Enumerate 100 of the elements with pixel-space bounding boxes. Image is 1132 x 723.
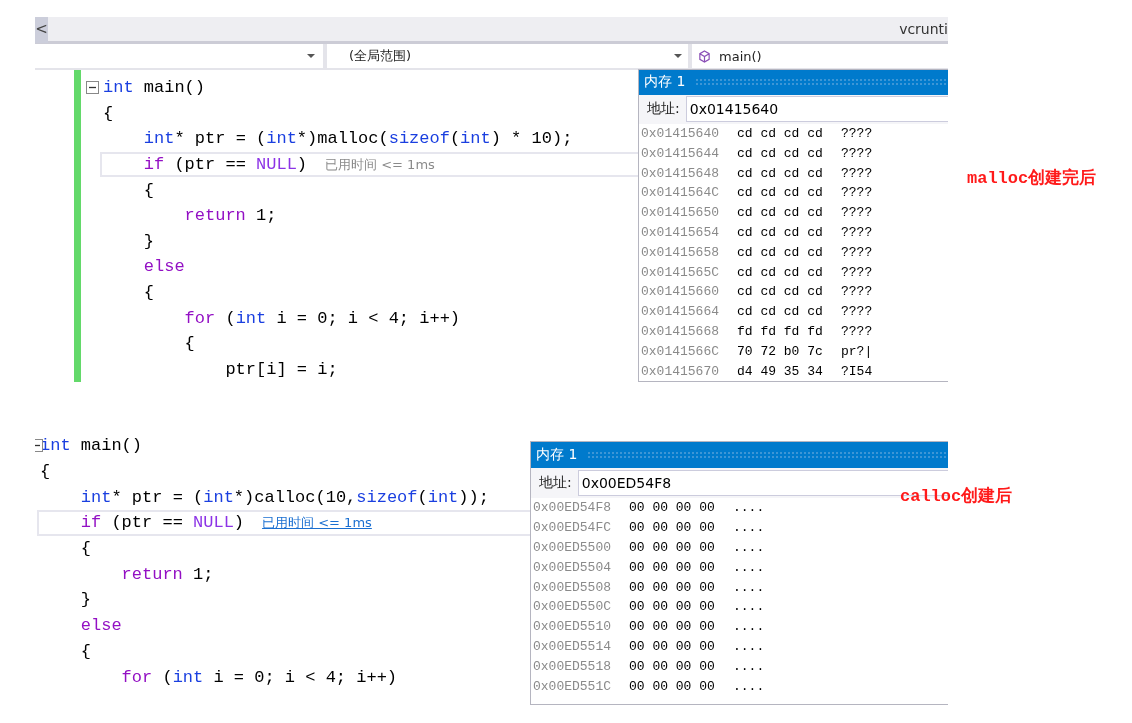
memory-address: 0x00ED5508 <box>533 579 612 595</box>
code-line: { <box>103 103 114 123</box>
address-field[interactable]: 0x01415640 <box>685 96 948 123</box>
address-label: 地址: <box>539 474 572 492</box>
code-line: for (int i = 0; i < 4; i++) <box>120 667 398 687</box>
code-line: { <box>79 539 91 559</box>
memory-text: .... <box>733 559 765 575</box>
cube-icon <box>698 49 711 63</box>
memory-address: 0x00ED5510 <box>533 619 612 635</box>
elapsed-time-link[interactable]: 已用时间 <= 1ms <box>262 513 372 532</box>
annotation-text: malloc创建完后 <box>967 167 1097 189</box>
memory-address: 0x0141566C <box>641 343 720 359</box>
code-line: int main() <box>103 78 206 98</box>
memory-bytes: cd cd cd cd <box>737 304 824 320</box>
memory-text: ???? <box>841 205 873 221</box>
memory-address: 0x01415668 <box>641 324 720 339</box>
address-label: 地址: <box>647 100 680 119</box>
memory-bytes: 70 72 b0 7c <box>737 343 824 359</box>
code-line: int main() <box>40 436 143 456</box>
code-line: { <box>142 180 154 200</box>
memory-text: ???? <box>841 304 873 320</box>
memory-text: .... <box>733 638 765 654</box>
memory-text: ???? <box>841 145 873 161</box>
memory-address: 0x01415644 <box>641 145 720 161</box>
document-tab[interactable]: vcrunti <box>891 21 948 37</box>
scroll-tabs-button[interactable]: < <box>35 17 48 43</box>
memory-text: ?I54 <box>841 363 873 379</box>
memory-bytes: 00 00 00 00 <box>629 678 716 694</box>
code-line: { <box>79 641 91 661</box>
memory-bytes: cd cd cd cd <box>737 185 824 201</box>
memory-address: 0x01415654 <box>641 225 720 240</box>
code-line: return 1; <box>183 206 277 226</box>
memory-text: .... <box>733 520 765 536</box>
memory-address: 0x00ED54F8 <box>533 500 612 516</box>
memory-bytes: 00 00 00 00 <box>629 520 716 536</box>
memory-text: ???? <box>841 185 873 201</box>
window-title: 内存 1 <box>536 446 578 464</box>
memory-text: .... <box>733 500 765 516</box>
memory-address: 0x00ED550C <box>533 599 612 615</box>
caret-icon <box>674 54 682 58</box>
memory-address: 0x01415660 <box>641 284 720 300</box>
code-line: { <box>183 334 195 354</box>
code-line: } <box>142 231 154 251</box>
window-title: 内存 1 <box>644 73 686 92</box>
memory-text: .... <box>733 579 765 595</box>
memory-bytes: cd cd cd cd <box>737 205 824 221</box>
memory-bytes: d4 49 35 34 <box>737 363 824 379</box>
memory-address: 0x0141564C <box>641 185 720 201</box>
memory-text: ???? <box>841 324 873 339</box>
elapsed-time-hint: 已用时间 <= 1ms <box>325 155 435 174</box>
code-line: else <box>142 257 185 277</box>
memory-text: .... <box>733 599 765 615</box>
memory-address: 0x01415658 <box>641 244 720 260</box>
code-line: if (ptr == NULL) <box>142 155 308 175</box>
memory-text: pr?| <box>841 343 873 359</box>
memory-address: 0x0141565C <box>641 264 720 280</box>
code-line: { <box>142 282 154 302</box>
memory-address: 0x01415648 <box>641 165 720 181</box>
code-line: ptr[i] = i; <box>224 359 338 379</box>
memory-bytes: cd cd cd cd <box>737 244 824 260</box>
memory-bytes: 00 00 00 00 <box>629 559 716 575</box>
memory-text: ???? <box>841 264 873 280</box>
memory-address: 0x01415650 <box>641 205 720 221</box>
memory-text: ???? <box>841 284 873 300</box>
memory-bytes: 00 00 00 00 <box>629 540 716 555</box>
memory-address: 0x01415664 <box>641 304 720 320</box>
memory-text: .... <box>733 619 765 635</box>
memory-address: 0x01415670 <box>641 363 720 379</box>
memory-address: 0x00ED5500 <box>533 540 612 555</box>
memory-bytes: 00 00 00 00 <box>629 619 716 635</box>
memory-bytes: cd cd cd cd <box>737 264 824 280</box>
memory-address: 0x00ED54FC <box>533 520 612 536</box>
memory-bytes: cd cd cd cd <box>737 126 824 142</box>
code-line: return 1; <box>120 564 214 584</box>
memory-bytes: 00 00 00 00 <box>629 638 716 654</box>
memory-address: 0x00ED5504 <box>533 559 612 575</box>
memory-text: ???? <box>841 225 873 240</box>
code-line: for (int i = 0; i < 4; i++) <box>183 308 461 328</box>
memory-bytes: 00 00 00 00 <box>629 599 716 615</box>
code-line: } <box>79 590 91 610</box>
code-line: if (ptr == NULL) <box>79 513 245 533</box>
memory-bytes: cd cd cd cd <box>737 284 824 300</box>
code-line: else <box>79 616 122 636</box>
memory-address: 0x00ED5514 <box>533 638 612 654</box>
memory-text: .... <box>733 658 765 674</box>
code-line: int* ptr = (int*)malloc(sizeof(int) * 10); <box>142 129 573 149</box>
memory-bytes: 00 00 00 00 <box>629 658 716 674</box>
memory-bytes: cd cd cd cd <box>737 145 824 161</box>
memory-address: 0x01415640 <box>641 126 720 142</box>
memory-address: 0x00ED551C <box>533 678 612 694</box>
code-line: { <box>40 462 51 482</box>
memory-text: .... <box>733 678 765 694</box>
memory-text: ???? <box>841 244 873 260</box>
code-line: int* ptr = (int*)calloc(10,sizeof(int)); <box>79 487 489 507</box>
memory-text: ???? <box>841 126 873 142</box>
memory-bytes: 00 00 00 00 <box>629 579 716 595</box>
function-dropdown[interactable]: main() <box>692 44 948 68</box>
memory-text: .... <box>733 540 765 555</box>
memory-bytes: cd cd cd cd <box>737 165 824 181</box>
collapse-icon[interactable] <box>86 81 99 94</box>
